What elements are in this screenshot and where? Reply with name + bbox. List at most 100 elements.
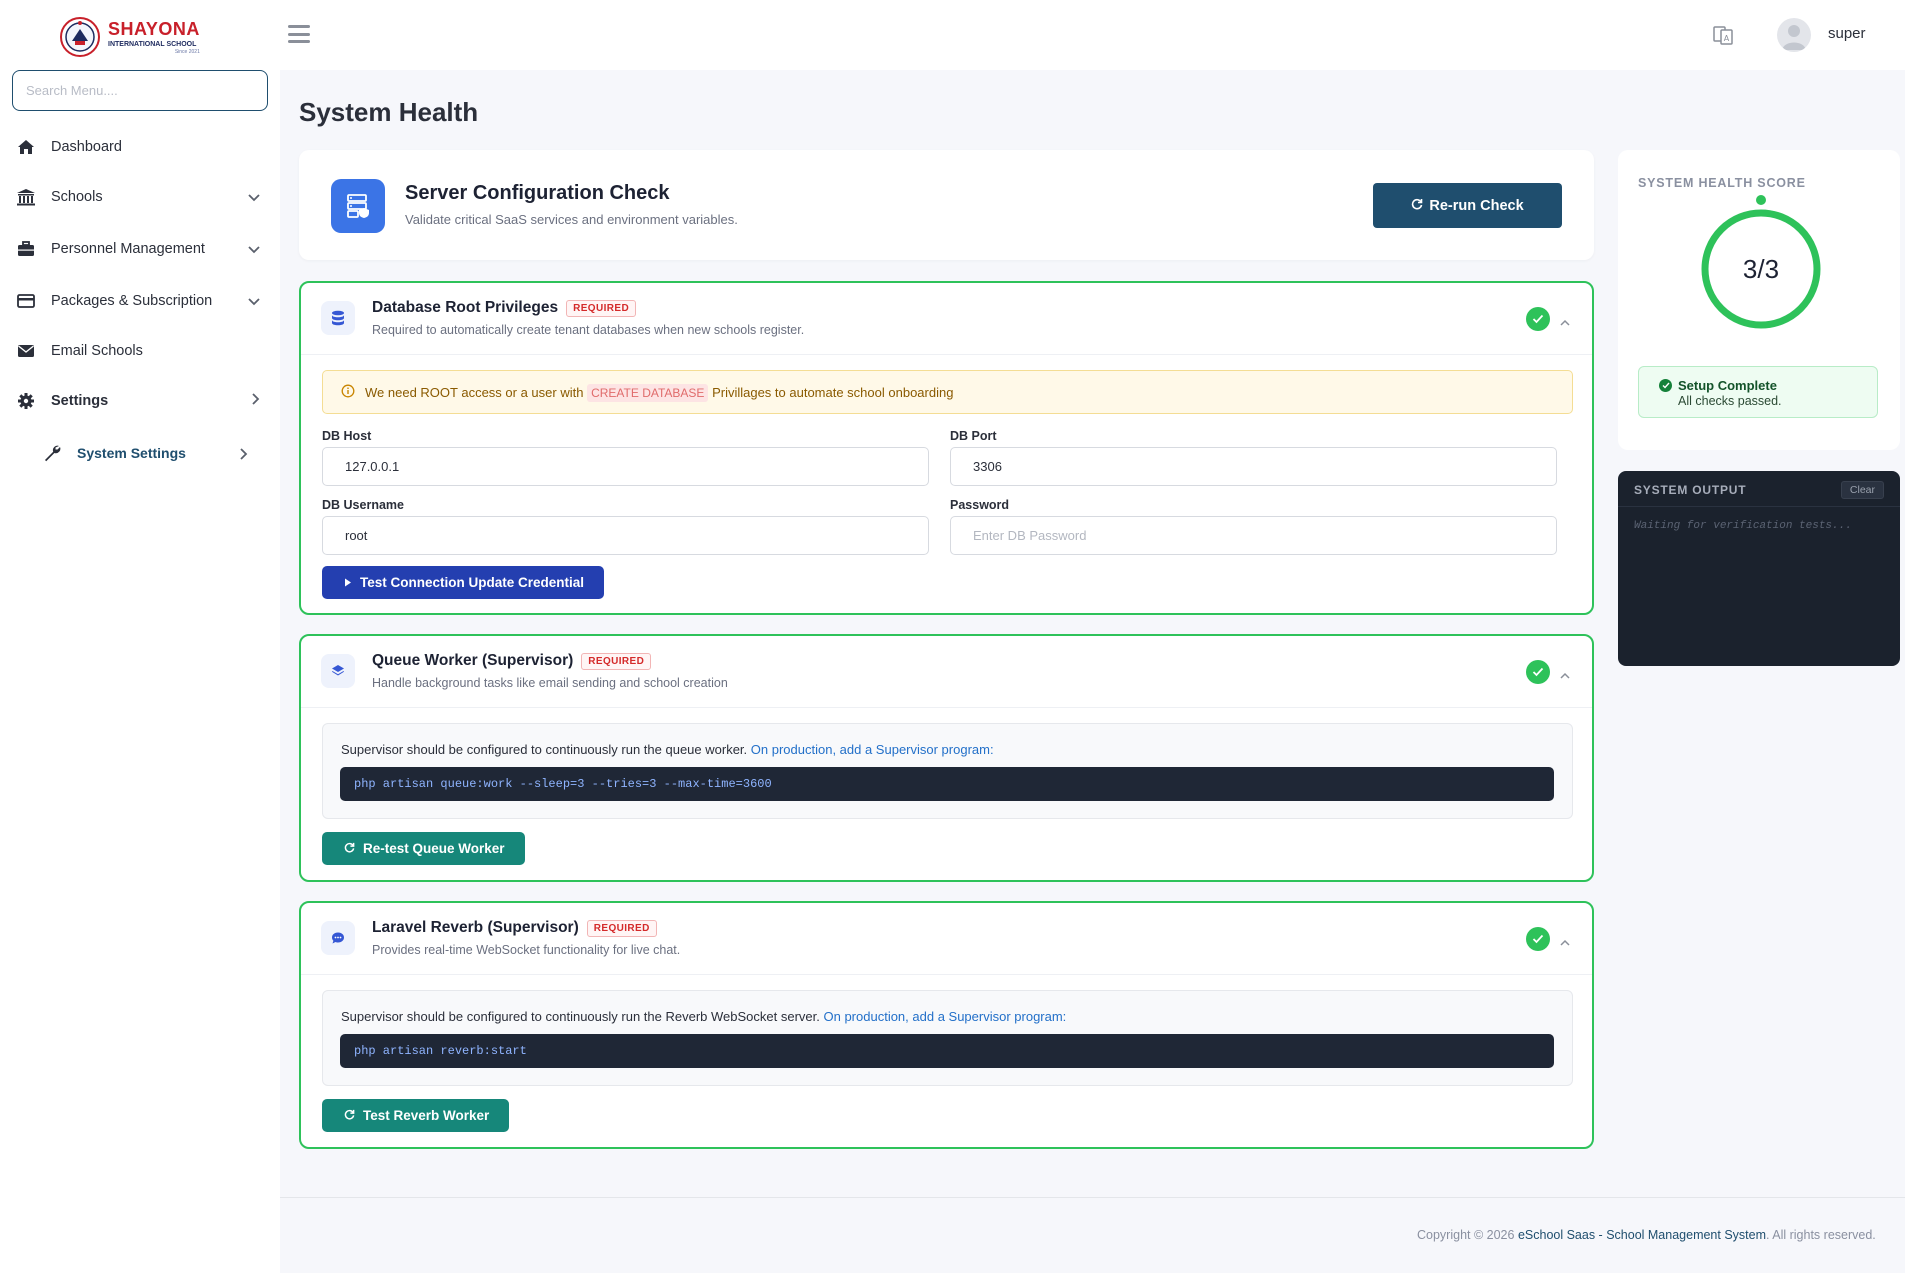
institution-icon — [16, 187, 36, 207]
output-log: Waiting for verification tests... — [1634, 520, 1852, 532]
sidebar-item-label: Email Schools — [51, 343, 143, 359]
card-title: Laravel Reverb (Supervisor) REQUIRED — [372, 919, 657, 937]
queue-info-body: Supervisor should be configured to conti… — [341, 742, 748, 757]
clear-output-button[interactable]: Clear — [1840, 481, 1884, 499]
chevron-up-icon[interactable] — [1560, 666, 1570, 679]
card-header: Database Root Privileges REQUIRED Requir… — [301, 283, 1592, 355]
queue-info-link[interactable]: On production, add a Supervisor program: — [751, 742, 994, 757]
search-menu-input[interactable] — [12, 70, 268, 111]
brand-tagline: Since 2021 — [174, 48, 200, 55]
play-icon — [344, 575, 352, 590]
card-title: Queue Worker (Supervisor) REQUIRED — [372, 652, 652, 670]
card-title-text: Laravel Reverb (Supervisor) — [372, 919, 579, 936]
card-subtitle: Provides real-time WebSocket functionali… — [372, 943, 681, 957]
queue-info-box: Supervisor should be configured to conti… — [322, 723, 1573, 819]
hero-title: Server Configuration Check — [405, 182, 670, 204]
test-connection-label: Test Connection Update Credential — [360, 575, 585, 590]
school-logo[interactable]: SHAYONA INTERNATIONAL SCHOOL Since 2021 — [58, 14, 208, 60]
reverb-info-text: Supervisor should be configured to conti… — [341, 1009, 1066, 1024]
chevron-down-icon — [248, 190, 260, 206]
queue-command[interactable]: php artisan queue:work --sleep=3 --tries… — [340, 767, 1554, 801]
crest-icon — [58, 15, 102, 59]
reverb-info-body: Supervisor should be configured to conti… — [341, 1009, 820, 1024]
footer-suffix: . All rights reserved. — [1766, 1228, 1876, 1242]
avatar[interactable] — [1777, 18, 1811, 52]
status-subtitle: All checks passed. — [1678, 394, 1782, 408]
check-circle-icon — [1526, 660, 1550, 684]
db-password-input[interactable] — [950, 516, 1557, 555]
db-port-label: DB Port — [950, 429, 997, 443]
page-title: System Health — [299, 97, 479, 127]
footer: Copyright © 2026 eSchool Saas - School M… — [1417, 1228, 1876, 1242]
reverb-info-box: Supervisor should be configured to conti… — [322, 990, 1573, 1086]
chat-bubble-icon — [321, 921, 355, 955]
sidebar-item-system-settings[interactable]: System Settings — [0, 426, 280, 480]
rerun-check-label: Re-run Check — [1429, 197, 1524, 214]
check-circle-icon — [1526, 307, 1550, 331]
footer-brand-link[interactable]: eSchool Saas - School Management System — [1518, 1228, 1766, 1242]
test-reverb-worker-button[interactable]: Test Reverb Worker — [322, 1099, 510, 1132]
chevron-up-icon[interactable] — [1560, 313, 1570, 326]
sidebar-item-label: Personnel Management — [51, 241, 205, 257]
score-ring-indicator — [1756, 195, 1766, 205]
credit-card-icon — [16, 291, 36, 311]
envelope-icon — [16, 341, 36, 361]
sidebar-item-email-schools[interactable]: Email Schools — [0, 326, 280, 376]
refresh-icon — [344, 1108, 355, 1123]
refresh-icon — [344, 841, 355, 856]
system-health-score-card: SYSTEM HEALTH SCORE 3/3 Setup Complete A… — [1618, 150, 1900, 450]
chevron-up-icon[interactable] — [1560, 933, 1570, 946]
db-username-input[interactable] — [322, 516, 929, 555]
warning-text-pre: We need ROOT access or a user with — [365, 384, 584, 400]
brand-name: SHAYONA — [108, 18, 200, 39]
sidebar-item-label: Packages & Subscription — [51, 293, 213, 309]
database-icon — [321, 301, 355, 335]
retest-queue-worker-button[interactable]: Re-test Queue Worker — [322, 832, 525, 865]
queue-worker-card: Queue Worker (Supervisor) REQUIRED Handl… — [299, 634, 1594, 882]
db-host-input[interactable] — [322, 447, 929, 486]
reverb-info-link[interactable]: On production, add a Supervisor program: — [824, 1009, 1067, 1024]
card-header: Queue Worker (Supervisor) REQUIRED Handl… — [301, 636, 1592, 708]
home-icon — [16, 137, 36, 157]
test-connection-button[interactable]: Test Connection Update Credential — [322, 566, 605, 599]
svg-text:A: A — [1724, 34, 1730, 43]
chevron-down-icon — [248, 242, 260, 258]
reverb-command[interactable]: php artisan reverb:start — [340, 1034, 1554, 1068]
sidebar-item-label: Schools — [51, 189, 103, 205]
refresh-icon — [1411, 198, 1423, 214]
footer-divider — [280, 1197, 1905, 1198]
sidebar-item-label: Settings — [51, 393, 109, 409]
username[interactable]: super — [1828, 25, 1866, 42]
queue-info-text: Supervisor should be configured to conti… — [341, 742, 994, 757]
card-title-text: Queue Worker (Supervisor) — [372, 652, 574, 669]
language-icon[interactable]: A — [1712, 24, 1734, 46]
sidebar-item-personnel-management[interactable]: Personnel Management — [0, 222, 280, 276]
sidebar-item-schools[interactable]: Schools — [0, 172, 280, 222]
rerun-check-button[interactable]: Re-run Check — [1373, 183, 1562, 228]
gear-icon — [16, 391, 36, 411]
sidebar-item-dashboard[interactable]: Dashboard — [0, 122, 280, 172]
card-title: Database Root Privileges REQUIRED — [372, 299, 637, 317]
server-shield-icon — [331, 179, 385, 233]
required-badge: REQUIRED — [581, 652, 652, 670]
server-config-header-card: Server Configuration Check Validate crit… — [299, 150, 1594, 260]
sidebar-item-label: Dashboard — [51, 139, 122, 155]
warning-code: CREATE DATABASE — [587, 383, 709, 402]
check-circle-icon — [1526, 927, 1550, 951]
chevron-right-icon — [240, 447, 248, 463]
sidebar-item-settings[interactable]: Settings — [0, 376, 280, 426]
sidebar: SHAYONA INTERNATIONAL SCHOOL Since 2021 … — [0, 0, 280, 1273]
chevron-right-icon — [252, 393, 260, 409]
hamburger-menu-icon[interactable] — [288, 25, 310, 43]
required-badge: REQUIRED — [586, 919, 657, 937]
status-title: Setup Complete — [1678, 378, 1777, 393]
chevron-down-icon — [248, 294, 260, 310]
layers-icon — [321, 654, 355, 688]
sidebar-item-packages-subscription[interactable]: Packages & Subscription — [0, 276, 280, 326]
db-port-input[interactable] — [950, 447, 1557, 486]
card-header: Laravel Reverb (Supervisor) REQUIRED Pro… — [301, 903, 1592, 975]
footer-prefix: Copyright © 2026 — [1417, 1228, 1515, 1242]
briefcase-icon — [16, 239, 36, 259]
db-username-label: DB Username — [322, 498, 404, 512]
warning-text-post: Privillages to automate school onboardin… — [712, 384, 954, 400]
